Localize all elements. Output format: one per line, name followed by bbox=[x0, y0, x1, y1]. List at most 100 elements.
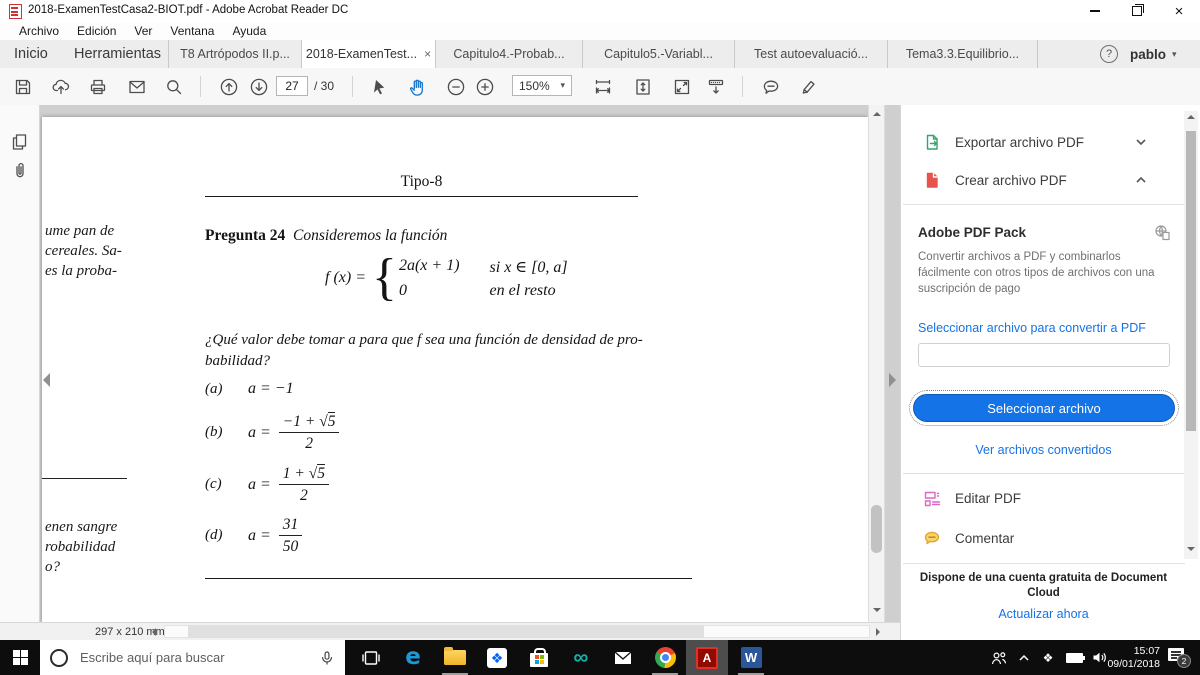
menu-archivo[interactable]: Archivo bbox=[10, 22, 68, 40]
scroll-up-arrow[interactable] bbox=[873, 112, 881, 116]
doc-tab-5[interactable]: Test autoevaluació... bbox=[735, 40, 888, 68]
case-expr: 2a(x + 1) bbox=[398, 256, 460, 274]
tab-inicio[interactable]: Inicio bbox=[14, 40, 48, 68]
horizontal-scroll-thumb[interactable] bbox=[188, 625, 704, 638]
tab-herramientas[interactable]: Herramientas bbox=[74, 40, 161, 68]
edit-pdf-row[interactable]: Editar PDF bbox=[901, 483, 1181, 513]
task-view-button[interactable] bbox=[350, 640, 392, 675]
people-tray-button[interactable] bbox=[986, 640, 1010, 675]
restore-icon bbox=[1132, 4, 1144, 16]
doc-tab-3[interactable]: Capitulo4.-Probab... bbox=[436, 40, 583, 68]
taskbar-search[interactable] bbox=[40, 640, 345, 675]
attachments-button[interactable] bbox=[8, 158, 32, 182]
view-converted-link[interactable]: Ver archivos convertidos bbox=[901, 443, 1186, 457]
export-pdf-row[interactable]: Exportar archivo PDF bbox=[901, 127, 1181, 157]
scroll-left-arrow[interactable] bbox=[152, 628, 156, 636]
highlight-tool-button[interactable] bbox=[795, 74, 821, 99]
previous-page-button[interactable] bbox=[216, 74, 242, 99]
panel-scroll-thumb[interactable] bbox=[1186, 131, 1196, 431]
microphone-icon[interactable] bbox=[319, 649, 335, 667]
select-tool-button[interactable] bbox=[366, 74, 392, 99]
office-infinity-button[interactable]: ∞ bbox=[560, 640, 602, 675]
tray-date: 09/01/2018 bbox=[1107, 657, 1160, 670]
zoom-out-button[interactable] bbox=[443, 74, 469, 99]
page-thumbnails-button[interactable] bbox=[8, 130, 32, 154]
convert-file-link[interactable]: Seleccionar archivo para convertir a PDF bbox=[918, 321, 1146, 335]
menu-edicion[interactable]: Edición bbox=[68, 22, 125, 40]
comment-row[interactable]: Comentar bbox=[901, 523, 1181, 553]
menu-bar: Archivo Edición Ver Ventana Ayuda bbox=[0, 22, 1200, 40]
scroll-down-arrow[interactable] bbox=[873, 608, 881, 612]
email-button[interactable] bbox=[124, 74, 150, 99]
acrobat-taskbar-button[interactable]: A bbox=[686, 640, 728, 675]
zoom-in-button[interactable] bbox=[472, 74, 498, 99]
chevron-up-icon[interactable] bbox=[1135, 174, 1147, 186]
search-input[interactable] bbox=[78, 649, 309, 666]
restore-button[interactable] bbox=[1120, 0, 1154, 22]
edge-taskbar-button[interactable]: e bbox=[392, 640, 434, 675]
vertical-scroll-thumb[interactable] bbox=[871, 505, 882, 553]
next-page-arrow[interactable] bbox=[889, 373, 896, 387]
action-center-button[interactable]: 2 bbox=[1168, 648, 1191, 668]
infinity-icon: ∞ bbox=[573, 646, 589, 669]
tab-close-icon[interactable]: × bbox=[424, 48, 431, 60]
previous-page-arrow[interactable] bbox=[43, 373, 50, 387]
panel-scroll-up-arrow[interactable] bbox=[1187, 115, 1195, 119]
print-button[interactable] bbox=[85, 74, 111, 99]
fit-page-button[interactable] bbox=[630, 74, 656, 99]
next-page-button[interactable] bbox=[246, 74, 272, 99]
panel-scroll-down-arrow[interactable] bbox=[1187, 547, 1195, 551]
page-number-input[interactable] bbox=[276, 76, 308, 96]
scroll-right-arrow[interactable] bbox=[876, 628, 880, 636]
menu-ayuda[interactable]: Ayuda bbox=[223, 22, 275, 40]
document-viewport: ume pan de cereales. Sa- es la proba- en… bbox=[40, 105, 900, 622]
fit-width-button[interactable] bbox=[590, 74, 616, 99]
fullscreen-button[interactable] bbox=[669, 74, 695, 99]
edit-pdf-icon bbox=[924, 491, 941, 507]
microsoft-store-button[interactable] bbox=[518, 640, 560, 675]
dropbox-taskbar-button[interactable]: ❖ bbox=[476, 640, 518, 675]
dropbox-tray-button[interactable]: ❖ bbox=[1038, 640, 1058, 675]
hide-toolbar-button[interactable] bbox=[703, 74, 729, 99]
create-pdf-row[interactable]: Crear archivo PDF bbox=[901, 165, 1181, 195]
help-icon[interactable]: ? bbox=[1100, 45, 1118, 63]
mail-taskbar-button[interactable] bbox=[602, 640, 644, 675]
doc-tab-label: T8 Artrópodos II.p... bbox=[180, 47, 290, 61]
user-menu[interactable]: pablo ▾ bbox=[1130, 40, 1177, 68]
doc-tab-6[interactable]: Tema3.3.Equilibrio... bbox=[888, 40, 1038, 68]
close-button[interactable]: × bbox=[1162, 0, 1196, 22]
doc-tab-2-active[interactable]: 2018-ExamenTest... × bbox=[302, 40, 436, 68]
doc-tab-label: Capitulo4.-Probab... bbox=[453, 47, 565, 61]
fit-width-icon bbox=[595, 79, 611, 94]
panel-divider bbox=[903, 204, 1185, 205]
word-icon: W bbox=[740, 647, 762, 668]
chrome-taskbar-button[interactable] bbox=[644, 640, 686, 675]
panel-scrollbar[interactable] bbox=[1184, 111, 1198, 559]
comment-tool-button[interactable] bbox=[758, 74, 784, 99]
menu-ver[interactable]: Ver bbox=[125, 22, 161, 40]
hand-tool-button[interactable] bbox=[404, 74, 430, 99]
select-file-button[interactable]: Seleccionar archivo bbox=[909, 390, 1179, 426]
search-button[interactable] bbox=[161, 74, 187, 99]
word-taskbar-button[interactable]: W bbox=[730, 640, 772, 675]
file-explorer-button[interactable] bbox=[434, 640, 476, 675]
vertical-scrollbar[interactable] bbox=[868, 105, 885, 622]
upload-cloud-button[interactable] bbox=[48, 74, 74, 99]
menu-ventana[interactable]: Ventana bbox=[161, 22, 223, 40]
save-button[interactable] bbox=[10, 74, 36, 99]
user-name: pablo bbox=[1130, 46, 1166, 62]
doc-tab-1[interactable]: T8 Artrópodos II.p... bbox=[168, 40, 302, 68]
upgrade-now-link[interactable]: Actualizar ahora bbox=[901, 607, 1186, 621]
toolbar-divider bbox=[352, 76, 353, 97]
doc-tab-4[interactable]: Capitulo5.-Variabl... bbox=[583, 40, 735, 68]
taskbar-clock[interactable]: 15:07 09/01/2018 bbox=[1100, 645, 1160, 670]
acrobat-icon: A bbox=[696, 646, 718, 669]
tray-overflow-button[interactable] bbox=[1014, 640, 1034, 675]
battery-tray-button[interactable] bbox=[1062, 640, 1086, 675]
convert-file-input[interactable] bbox=[918, 343, 1170, 367]
minimize-button[interactable] bbox=[1078, 0, 1112, 22]
dropbox-tray-icon: ❖ bbox=[1042, 650, 1054, 665]
start-button[interactable] bbox=[0, 640, 40, 675]
zoom-level-dropdown[interactable]: 150% ▾ bbox=[512, 75, 572, 96]
chevron-down-icon[interactable] bbox=[1135, 136, 1147, 148]
